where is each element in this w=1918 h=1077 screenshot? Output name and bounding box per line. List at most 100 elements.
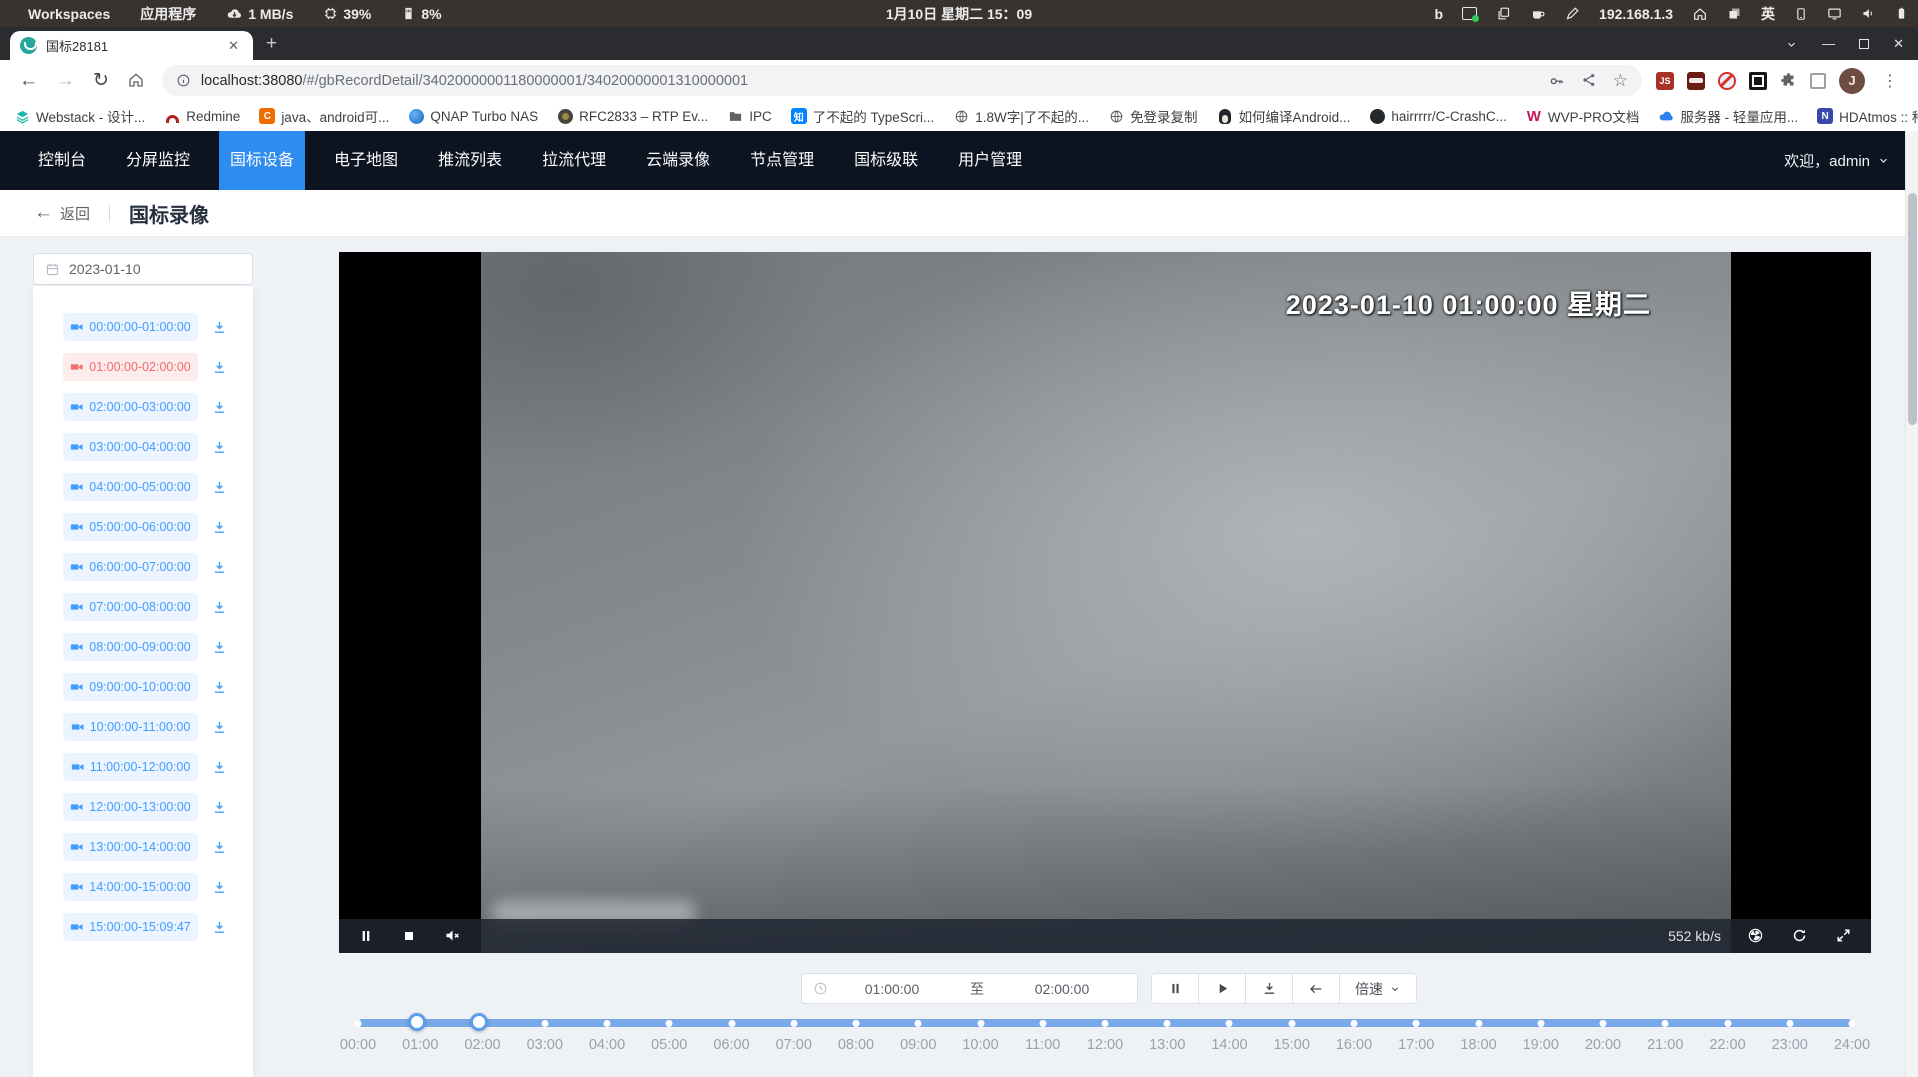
workspaces-button[interactable]: Workspaces: [28, 6, 110, 22]
record-segment-button[interactable]: 04:00:00-05:00:00: [63, 473, 198, 501]
nav-item-e-map[interactable]: 电子地图: [323, 131, 409, 190]
windows-tray-icon[interactable]: [1727, 6, 1742, 21]
extension-mask-icon[interactable]: [1687, 72, 1705, 90]
phone-tray-icon[interactable]: [1794, 7, 1808, 21]
record-segment-button[interactable]: 11:00:00-12:00:00: [63, 753, 198, 781]
download-icon[interactable]: [212, 720, 227, 735]
record-segment-button[interactable]: 05:00:00-06:00:00: [63, 513, 198, 541]
nav-item-gb-devices[interactable]: 国标设备: [219, 131, 305, 190]
nav-item-split-monitor[interactable]: 分屏监控: [115, 131, 201, 190]
browser-home-button[interactable]: [118, 70, 154, 92]
download-icon[interactable]: [212, 760, 227, 775]
extension-js-icon[interactable]: JS: [1656, 72, 1674, 90]
nav-item-console[interactable]: 控制台: [27, 131, 97, 190]
browser-menu-icon[interactable]: ⋮: [1878, 71, 1902, 91]
record-segment-button[interactable]: 09:00:00-10:00:00: [63, 673, 198, 701]
player-pause-icon[interactable]: [358, 927, 374, 945]
record-segment-button[interactable]: 06:00:00-07:00:00: [63, 553, 198, 581]
record-segment-button[interactable]: 00:00:00-01:00:00: [63, 313, 198, 341]
download-icon[interactable]: [212, 440, 227, 455]
nav-item-pull-proxy[interactable]: 拉流代理: [531, 131, 617, 190]
bookmark-rfc2833[interactable]: RFC2833 – RTP Ev...: [557, 108, 708, 124]
play-button[interactable]: [1199, 974, 1246, 1003]
system-clock[interactable]: 1月10日 星期二 15：09: [886, 4, 1032, 24]
download-icon[interactable]: [212, 880, 227, 895]
range-start-time[interactable]: 01:00:00: [828, 981, 956, 997]
bookmark-star-icon[interactable]: ☆: [1613, 71, 1628, 91]
download-icon[interactable]: [212, 480, 227, 495]
record-segment-button[interactable]: 08:00:00-09:00:00: [63, 633, 198, 661]
volume-tray-icon[interactable]: [1861, 6, 1876, 21]
clipboard-tray-icon[interactable]: [1496, 6, 1511, 21]
password-key-icon[interactable]: [1548, 72, 1565, 90]
nav-item-cloud-record[interactable]: 云端录像: [635, 131, 721, 190]
download-icon[interactable]: [212, 360, 227, 375]
profile-avatar[interactable]: J: [1839, 68, 1865, 94]
timeline-slider[interactable]: [358, 1019, 1852, 1027]
record-segment-button[interactable]: 10:00:00-11:00:00: [63, 713, 198, 741]
range-end-time[interactable]: 02:00:00: [998, 981, 1126, 997]
reload-button[interactable]: ↻: [84, 69, 118, 92]
snapshot-shutter-icon[interactable]: [1747, 927, 1764, 945]
record-segment-button[interactable]: 02:00:00-03:00:00: [63, 393, 198, 421]
nav-item-gb-cascade[interactable]: 国标级联: [843, 131, 929, 190]
download-segment-button[interactable]: [1246, 974, 1293, 1003]
bookmark-webstack[interactable]: Webstack - 设计...: [14, 106, 145, 126]
seek-back-button[interactable]: [1293, 974, 1340, 1003]
download-icon[interactable]: [212, 520, 227, 535]
download-icon[interactable]: [212, 920, 227, 935]
pen-tray-icon[interactable]: [1565, 6, 1580, 21]
player-stop-icon[interactable]: [401, 927, 417, 945]
download-icon[interactable]: [212, 600, 227, 615]
extension-dark-icon[interactable]: [1749, 72, 1767, 90]
video-player[interactable]: 2023-01-10 01:00:00 星期二 552 kb/s: [339, 252, 1871, 953]
bookmark-github-crash[interactable]: hairrrrr/C-CrashC...: [1369, 108, 1507, 124]
download-icon[interactable]: [212, 800, 227, 815]
tab-search-chevron-icon[interactable]: [1785, 36, 1798, 51]
home-tray-icon[interactable]: [1692, 6, 1708, 22]
bookmark-typescript[interactable]: 知了不起的 TypeScri...: [791, 106, 935, 126]
download-icon[interactable]: [212, 680, 227, 695]
time-range-input[interactable]: 01:00:00 至 02:00:00: [801, 973, 1138, 1004]
site-info-icon[interactable]: [176, 73, 191, 88]
record-segment-button[interactable]: 03:00:00-04:00:00: [63, 433, 198, 461]
window-minimize-button[interactable]: —: [1822, 36, 1835, 51]
user-menu[interactable]: 欢迎，admin: [1784, 131, 1890, 190]
nav-item-push-list[interactable]: 推流列表: [427, 131, 513, 190]
record-segment-button[interactable]: 07:00:00-08:00:00: [63, 593, 198, 621]
record-segment-button[interactable]: 13:00:00-14:00:00: [63, 833, 198, 861]
share-icon[interactable]: [1581, 72, 1597, 90]
page-scrollbar[interactable]: [1905, 131, 1918, 1077]
bookmark-18w[interactable]: 1.8W字|了不起的...: [953, 106, 1089, 126]
fullscreen-icon[interactable]: [1835, 927, 1852, 945]
download-icon[interactable]: [212, 640, 227, 655]
nav-item-node-mgmt[interactable]: 节点管理: [739, 131, 825, 190]
screenshot-tray-icon[interactable]: [1462, 7, 1477, 20]
extension-light-icon[interactable]: [1810, 73, 1826, 89]
pause-button[interactable]: [1152, 974, 1199, 1003]
bookmark-wvp-pro[interactable]: WWVP-PRO文档: [1526, 106, 1640, 126]
record-segment-button[interactable]: 01:00:00-02:00:00: [63, 353, 198, 381]
new-tab-button[interactable]: +: [266, 33, 277, 55]
record-segment-button[interactable]: 15:00:00-15:09:47: [63, 913, 198, 941]
back-arrow-icon[interactable]: ←: [34, 202, 53, 224]
tab-close-icon[interactable]: ✕: [224, 36, 243, 56]
bookmark-server[interactable]: 服务器 - 轻量应用...: [1658, 106, 1798, 126]
bookmark-qnap[interactable]: QNAP Turbo NAS: [408, 108, 538, 124]
player-mute-icon[interactable]: [444, 927, 461, 945]
download-icon[interactable]: [212, 400, 227, 415]
input-language-indicator[interactable]: 英: [1761, 4, 1775, 24]
ip-address[interactable]: 192.168.1.3: [1599, 6, 1673, 22]
forward-button[interactable]: →: [47, 70, 84, 92]
bookmark-hdatmos[interactable]: NHDAtmos :: 种子 *...: [1817, 106, 1918, 126]
download-icon[interactable]: [212, 560, 227, 575]
player-refresh-icon[interactable]: [1791, 927, 1808, 945]
coffee-tray-icon[interactable]: [1530, 6, 1546, 22]
browser-tab[interactable]: 国标28181 ✕: [10, 31, 253, 60]
record-segment-button[interactable]: 12:00:00-13:00:00: [63, 793, 198, 821]
bookmark-copy-free[interactable]: 免登录复制: [1108, 106, 1198, 126]
bookmark-compile-android[interactable]: 如何编译Android...: [1217, 106, 1351, 126]
download-icon[interactable]: [212, 320, 227, 335]
back-link[interactable]: 返回: [60, 203, 90, 224]
bing-tray-icon[interactable]: b: [1434, 6, 1443, 22]
